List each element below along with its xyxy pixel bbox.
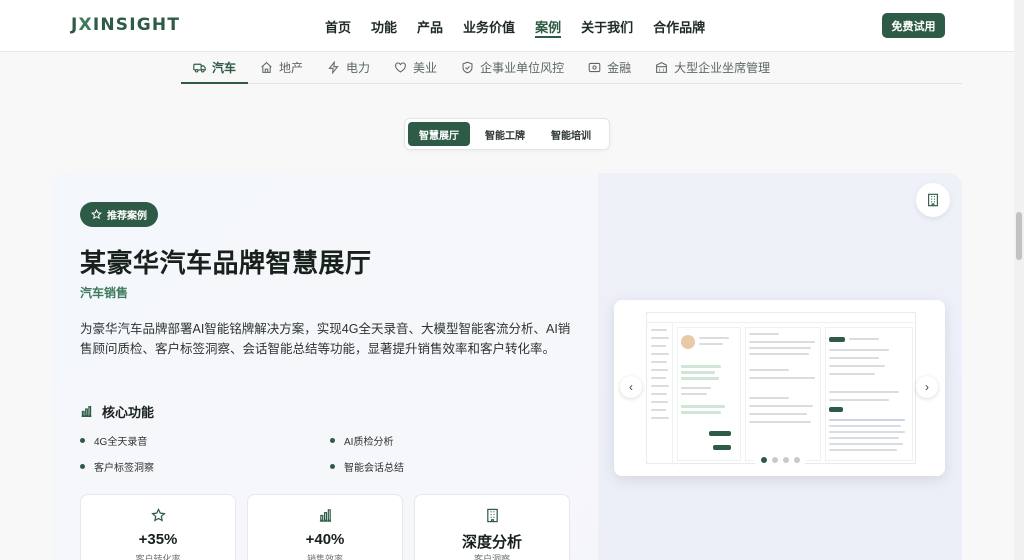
stat-label: 客户洞察	[473, 554, 510, 560]
logo[interactable]: JXINSIGHT	[71, 15, 180, 35]
carousel-dot[interactable]	[782, 457, 789, 463]
feature-item: 客户标签洞察	[80, 459, 154, 474]
case-screenshot-preview[interactable]	[614, 300, 945, 476]
free-trial-button[interactable]: 免费试用	[882, 13, 945, 38]
chevron-left-icon: ‹	[629, 380, 633, 394]
stat-value: +40%	[305, 531, 345, 548]
main-nav: 首页 功能 产品 业务价值 案例 关于我们 合作品牌	[315, 0, 715, 52]
feature-item: 4G全天录音	[80, 433, 147, 448]
chevron-right-icon: ›	[925, 380, 929, 394]
industry-tab-label: 企事业单位风控	[480, 61, 565, 75]
building-icon	[656, 62, 667, 73]
nav-products[interactable]: 产品	[407, 0, 453, 52]
scenario-segmented-control: 智慧展厅 智能工牌 智能培训	[404, 118, 610, 150]
industry-tab-risk-control[interactable]: 企事业单位风控	[449, 52, 576, 83]
bullet-dot	[330, 438, 335, 443]
top-header: JXINSIGHT 首页 功能 产品 业务价值 案例 关于我们 合作品牌 免费试…	[0, 0, 1014, 52]
industry-tab-label: 地产	[279, 61, 304, 75]
feature-label: AI质检分析	[344, 437, 394, 448]
bullet-dot	[330, 464, 335, 469]
building-icon	[928, 193, 938, 207]
star-icon	[91, 209, 102, 220]
shield-icon	[462, 61, 473, 74]
nav-cases[interactable]: 案例	[525, 0, 571, 52]
industry-tab-label: 电力	[346, 61, 371, 75]
stat-label: 销售效率	[306, 554, 343, 560]
page-scrollbar[interactable]	[1014, 0, 1024, 560]
segment-smart-showroom[interactable]: 智慧展厅	[408, 122, 470, 146]
industry-tab-realestate[interactable]: 地产	[248, 52, 315, 83]
industry-tab-finance[interactable]: 金融	[576, 52, 643, 83]
nav-partners[interactable]: 合作品牌	[643, 0, 715, 52]
bank-card-icon	[588, 62, 601, 73]
bar-chart-icon	[319, 509, 332, 522]
truck-icon	[193, 63, 206, 73]
carousel-dot[interactable]	[793, 457, 800, 463]
bolt-icon	[328, 61, 339, 74]
nav-features[interactable]: 功能	[361, 0, 407, 52]
industry-tab-label: 金融	[607, 61, 632, 75]
industry-tab-label: 美业	[413, 61, 438, 75]
stat-value: 深度分析	[461, 534, 522, 551]
feature-item: AI质检分析	[330, 433, 393, 448]
industry-tab-label: 汽车	[212, 61, 237, 75]
feature-label: 智能会话总结	[344, 463, 404, 474]
industry-tab-beauty[interactable]: 美业	[382, 52, 449, 83]
building-icon	[487, 508, 498, 523]
heart-icon	[395, 62, 406, 73]
logo-insight: INSIGHT	[92, 15, 181, 35]
case-description: 为豪华汽车品牌部署AI智能铭牌解决方案，实现4G全天录音、大模型智能客流分析、A…	[80, 322, 571, 356]
case-card: 推荐案例 某豪华汽车品牌智慧展厅 汽车销售 为豪华汽车品牌部署AI智能铭牌解决方…	[52, 173, 962, 560]
segment-smart-badge[interactable]: 智能工牌	[474, 122, 536, 146]
star-icon	[151, 508, 166, 522]
core-features-heading: 核心功能	[80, 402, 154, 421]
industry-tab-power[interactable]: 电力	[315, 52, 382, 83]
recommended-badge: 推荐案例	[80, 202, 158, 227]
case-title: 某豪华汽车品牌智慧展厅	[80, 248, 372, 278]
logo-j: J	[71, 15, 79, 35]
feature-label: 4G全天录音	[94, 437, 148, 448]
case-building-button[interactable]	[916, 183, 950, 217]
segment-smart-training[interactable]: 智能培训	[540, 122, 602, 146]
industry-tabs: 汽车 地产 电力 美业 企事业单位风控 金融 大型企业坐席管理	[181, 52, 962, 84]
stat-value: +35%	[138, 531, 178, 548]
case-subtitle: 汽车销售	[80, 286, 129, 300]
industry-tab-auto[interactable]: 汽车	[181, 52, 249, 84]
industry-tab-label: 大型企业坐席管理	[674, 61, 771, 75]
bullet-dot	[80, 438, 85, 443]
carousel-indicators	[754, 452, 806, 468]
bar-chart-icon	[81, 406, 92, 417]
carousel-dot[interactable]	[771, 457, 778, 463]
stat-card-conversion: +35% 客户转化率	[80, 494, 236, 560]
feature-label: 客户标签洞察	[94, 463, 154, 474]
stat-label: 客户转化率	[135, 554, 181, 560]
carousel-next-button[interactable]: ›	[916, 376, 938, 398]
home-icon	[261, 61, 272, 73]
feature-item: 智能会话总结	[330, 459, 404, 474]
nav-about[interactable]: 关于我们	[571, 0, 643, 52]
stat-card-efficiency: +40% 销售效率	[247, 494, 403, 560]
bullet-dot	[80, 464, 85, 469]
stat-card-insight: 深度分析 客户洞察	[414, 494, 570, 560]
dashboard-thumbnail	[646, 312, 917, 465]
badge-label: 推荐案例	[107, 211, 147, 222]
carousel-prev-button[interactable]: ‹	[620, 376, 642, 398]
logo-x: X	[78, 15, 93, 35]
carousel-dot[interactable]	[760, 457, 767, 463]
nav-home[interactable]: 首页	[315, 0, 361, 52]
core-features-title: 核心功能	[102, 405, 155, 420]
nav-business-value[interactable]: 业务价值	[453, 0, 525, 52]
industry-tab-enterprise-seats[interactable]: 大型企业坐席管理	[643, 52, 782, 83]
scrollbar-thumb[interactable]	[1016, 212, 1022, 260]
